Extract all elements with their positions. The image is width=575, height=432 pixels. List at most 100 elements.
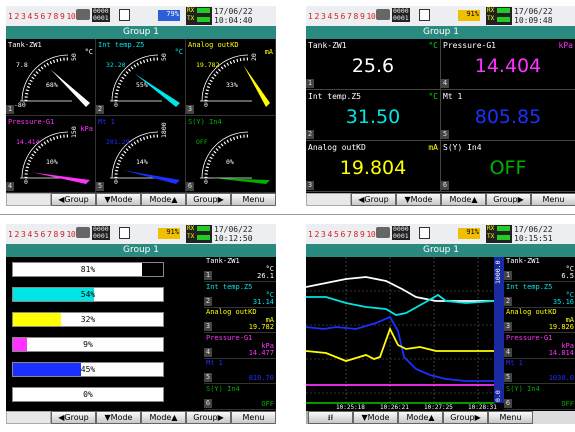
trend-side-entry: S(Y) In4 OFF 6: [504, 385, 575, 410]
status-bar: 1 2 3 4 5 6 7 8 9 10 0000 0001 79% RX TX 17/06/22 10:04:…: [6, 6, 276, 26]
digital-value: OFF: [489, 157, 527, 179]
side-title: Tank-ZW1: [206, 257, 240, 265]
mode-up-button[interactable]: Mode▲: [141, 411, 186, 424]
scale-min-label: 0: [114, 178, 118, 186]
digital-panel: 1 2 3 4 5 6 7 8 9 10 0000 0001 91% RX TX 17/06/22 10:09:…: [306, 6, 575, 206]
bargraph-percent: 81%: [80, 265, 96, 274]
bargraph-percent: 0%: [83, 390, 93, 399]
mode-down-button[interactable]: ▼Mode: [96, 193, 141, 206]
mode-up-button[interactable]: Mode▲: [441, 193, 486, 206]
trend-time-label: 10:28:31: [468, 404, 497, 411]
meter-cell: Mt 1 201.29 14% 0 1800 5: [96, 116, 186, 193]
menu-button[interactable]: Menu: [531, 193, 575, 206]
digital-title: Pressure-G1: [443, 41, 496, 50]
trend-time-label: 10:27:25: [424, 404, 453, 411]
channel-number: 1: [6, 105, 14, 114]
group-prev-button[interactable]: ◀Group: [51, 411, 96, 424]
date: 17/06/22: [214, 225, 253, 234]
menu-button[interactable]: Menu: [231, 193, 276, 206]
trend-panel: 1 2 3 4 5 6 7 8 9 10 0000 0001 91% RX TX 17/06/22 10:15:…: [306, 224, 575, 424]
bargraph-bar: 81%: [12, 262, 164, 277]
side-title: Int temp.Z5: [506, 282, 553, 291]
menu-button[interactable]: Menu: [231, 411, 276, 424]
channel-indicators: 1 2 3 4 5 6 7 8 9 10: [8, 12, 76, 21]
time: 10:15:51: [514, 234, 553, 243]
channel-indicators: 1 2 3 4 5 6 7 8 9 10: [308, 12, 376, 21]
date: 17/06/22: [514, 7, 553, 16]
side-title: S(Y) In4: [206, 385, 240, 393]
softkey-spacer: [6, 193, 51, 206]
group-title: Group 1: [306, 244, 575, 257]
digital-cell: Mt 1 805.85 5: [441, 90, 575, 141]
digital-cell: Analog outKD mA 19.804 3: [306, 141, 441, 192]
softkey-menu: ◀Group ▼Mode Mode▲ Group▶ Menu: [306, 193, 575, 206]
time: 10:04:40: [214, 16, 253, 25]
bargraph-side-entry: Int temp.Z5 °C 31.14 2: [204, 283, 276, 308]
rx-tx-indicator: RX TX: [486, 225, 512, 243]
status-bar: 1 2 3 4 5 6 7 8 9 10 0000 0001 91% RX TX 17/06/22 10:09:…: [306, 6, 575, 26]
scroll-button[interactable]: ⭳⭱: [308, 411, 353, 424]
channel-number: 5: [441, 130, 449, 139]
time: 10:12:50: [214, 234, 253, 243]
bargraph-percent: 32%: [80, 315, 96, 324]
group-prev-button[interactable]: ◀Group: [351, 193, 396, 206]
bargraph-side-entry: Mt 1 810.70 5: [204, 359, 276, 385]
meter-value: 19.782: [196, 61, 220, 69]
divider: [0, 214, 575, 215]
counter-bottom: 0001: [92, 232, 110, 240]
digital-cell: Pressure-G1 kPa 14.404 4: [441, 39, 575, 90]
bargraph-side-entry: Tank-ZW1 °C 26.1 1: [204, 257, 276, 282]
channel-number: 2: [204, 296, 212, 306]
trend-side-entry: Pressure-G1 kPa 14.814 4: [504, 334, 575, 359]
digital-unit: °C: [428, 41, 438, 50]
meter-pointer: [122, 170, 180, 184]
scale-max-label: 1800: [160, 122, 168, 138]
digital-title: Analog outKD: [308, 143, 366, 152]
group-next-button[interactable]: Group▶: [486, 193, 531, 206]
scale-max-label: 50: [160, 53, 168, 61]
digital-unit: kPa: [558, 41, 573, 50]
channel-indicator: 10: [66, 12, 76, 21]
bargraph-side-entry: Analog outKD mA 19.782 3: [204, 308, 276, 334]
memory-usage-badge: 91%: [458, 10, 480, 21]
group-next-button[interactable]: Group▶: [443, 411, 488, 424]
bargraph-panel: 1 2 3 4 5 6 7 8 9 10 0000 0001 91% RX TX 17/06/22 10:12:…: [6, 224, 276, 424]
mode-up-button[interactable]: Mode▲: [398, 411, 443, 424]
digital-title: S(Y) In4: [443, 143, 482, 152]
meter-percent: 0%: [226, 158, 234, 166]
mode-down-button[interactable]: ▼Mode: [353, 411, 398, 424]
scale-max-label: 50: [70, 53, 78, 61]
menu-button[interactable]: Menu: [488, 411, 533, 424]
status-bar: 1 2 3 4 5 6 7 8 9 10 0000 0001 91% RX TX 17/06/22 10:15:…: [306, 224, 575, 244]
scale-min-label: 0: [114, 101, 118, 109]
counter-bottom: 0001: [92, 14, 110, 22]
meter-pointer: [134, 73, 180, 107]
side-value: 14.477: [248, 348, 274, 357]
side-value: 19.826: [548, 323, 574, 332]
trend-scale-top: 1000.0: [494, 260, 502, 284]
digital-title: Mt 1: [443, 92, 463, 101]
mode-down-button[interactable]: ▼Mode: [96, 411, 141, 424]
side-value: 35.16: [552, 297, 574, 306]
group-prev-button[interactable]: ◀Group: [51, 193, 96, 206]
bargraph-percent: 9%: [83, 340, 93, 349]
trend-background: [306, 257, 504, 411]
group-next-button[interactable]: Group▶: [186, 193, 231, 206]
file-icon: [119, 9, 130, 21]
meter-scale-outline: [201, 131, 249, 179]
trend-chart: [306, 257, 504, 411]
rx-tx-indicator: RX TX: [486, 7, 512, 25]
mode-down-button[interactable]: ▼Mode: [396, 193, 441, 206]
channel-number: 2: [504, 296, 512, 306]
channel-number: 5: [204, 373, 212, 383]
channel-number: 3: [504, 322, 512, 332]
channel-number: 3: [306, 181, 314, 190]
meter-value: 201.29: [106, 138, 130, 146]
group-next-button[interactable]: Group▶: [186, 411, 231, 424]
datetime: 17/06/22 10:15:51: [514, 225, 553, 243]
meter-scale-arc: [204, 134, 249, 179]
scale-min-label: 0: [204, 101, 208, 109]
memory-usage-badge: 91%: [158, 228, 180, 239]
mode-up-button[interactable]: Mode▲: [141, 193, 186, 206]
side-value: 14.814: [548, 348, 574, 357]
